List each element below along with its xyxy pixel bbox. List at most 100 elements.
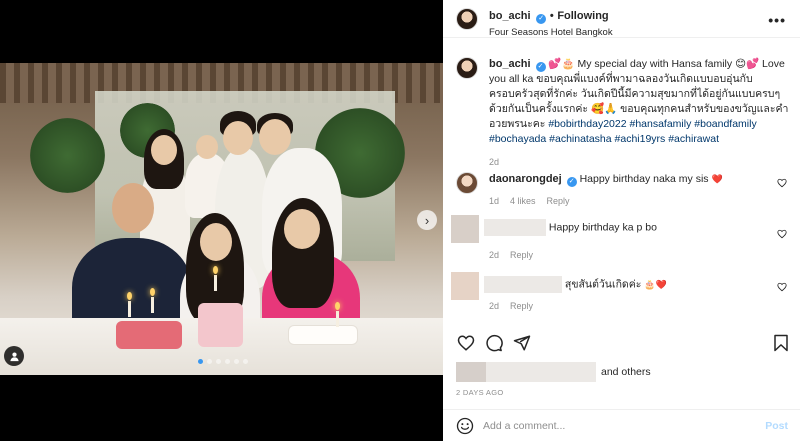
chevron-right-icon: › [424,212,430,228]
heart-icon [457,335,475,351]
comment-time: 1d [489,196,500,206]
caption-text: My special day with Hansa family [577,58,733,70]
person-head [259,119,291,155]
share-icon [513,335,531,351]
like-button[interactable] [456,333,476,353]
candle-flame [150,288,155,296]
avatar[interactable] [456,57,478,79]
liker-avatar-redacted [456,362,486,382]
birthday-cake [116,321,182,349]
comment-text: Happy birthday ka p bo [484,219,764,236]
person-head [284,209,320,249]
verified-icon: ✓ [536,14,547,24]
comment-username-redacted [484,276,562,293]
birthday-cake [288,325,358,345]
post-header-text: bo_achi ✓ • Following Four Seasons Hotel… [489,7,613,38]
instagram-post-modal: › bo_achi ✓ • Following Four Seasons Hot… [0,0,800,441]
candle-flame [335,302,340,310]
caption-emoji: 😊💕 [735,58,760,70]
candle [214,275,217,291]
likes-summary[interactable]: and others [456,362,651,382]
verified-icon: ✓ [535,62,546,72]
candle-flame [213,266,218,274]
emoji-icon[interactable] [456,417,474,435]
avatar[interactable] [456,8,478,30]
more-icon[interactable]: ••• [768,12,786,28]
carousel-dot [234,359,239,364]
comment-text: สุขสันต์วันเกิดค่ะ 🎂❤️ [484,276,764,293]
post-side-panel: bo_achi ✓ • Following Four Seasons Hotel… [443,0,800,441]
comment-likes[interactable]: 4 likes [510,196,536,206]
following-button[interactable]: Following [557,10,608,22]
carousel-dot [207,359,212,364]
username-link[interactable]: bo_achi [489,10,531,22]
comment-body: Happy birthday ka p bo [548,221,657,234]
user-tag-button[interactable] [4,346,24,366]
carousel-next-button[interactable]: › [417,210,437,230]
comment-meta: 2d Reply [489,250,533,260]
comment: สุขสันต์วันเกิดค่ะ 🎂❤️ 2d Reply [451,272,791,317]
comment-username-redacted [484,219,546,236]
likes-others: and others [601,366,651,378]
candle [128,301,131,317]
person-head [196,135,218,159]
comment-username[interactable]: daonarongdej [489,173,562,185]
avatar[interactable] [451,272,479,300]
reply-button[interactable]: Reply [547,196,570,206]
comment-meta: 2d Reply [489,301,533,311]
post-date: 2 DAYS AGO [456,388,504,397]
caption-body: bo_achi ✓ 💕🎂 My special day with Hansa f… [489,57,789,170]
post-header: bo_achi ✓ • Following Four Seasons Hotel… [443,0,800,38]
reply-button[interactable]: Reply [510,250,533,260]
user-tag-icon [9,352,19,361]
verified-icon: ✓ [566,177,577,187]
person-head [151,135,177,165]
comment-icon [486,334,503,352]
heart-icon[interactable] [777,178,787,188]
location-link[interactable]: Four Seasons Hotel Bangkok [489,27,613,38]
comment: daonarongdej ✓ Happy birthday naka my si… [456,172,791,212]
carousel-dot [225,359,230,364]
liker-names-redacted [486,362,596,382]
caption-timestamp: 2d [489,157,500,167]
person-head [200,223,232,261]
comment-time: 2d [489,250,500,260]
caption-emoji: 🥰🙏 [590,103,618,115]
save-button[interactable] [771,333,791,353]
post-media: › [0,0,443,441]
caption-username[interactable]: bo_achi [489,58,531,70]
comment-emoji: 🎂❤️ [644,279,667,290]
person-head [223,121,253,155]
comment-body: Happy birthday naka my sis [579,173,709,185]
comment-meta: 1d 4 likes Reply [489,196,570,206]
carousel-dot [198,359,203,364]
reply-button[interactable]: Reply [510,301,533,311]
comment-body: สุขสันต์วันเกิดค่ะ [564,278,642,291]
post-photo[interactable] [0,63,443,375]
candle [336,311,339,327]
post-comment-button[interactable]: Post [765,420,788,432]
comment: Happy birthday ka p bo 2d Reply [451,215,791,260]
separator: • [549,10,554,22]
comment-time: 2d [489,301,500,311]
candle [151,297,154,313]
carousel-indicator [198,359,248,364]
comment-emoji: ❤️ [711,174,723,184]
comment-composer: Add a comment... Post [443,409,800,441]
plant [30,118,105,193]
action-bar [456,333,791,353]
heart-icon[interactable] [777,229,787,239]
birthday-cake [198,303,243,347]
person-head [112,183,154,233]
comment-input[interactable]: Add a comment... [483,420,565,432]
heart-icon[interactable] [777,282,787,292]
comment-button[interactable] [484,333,504,353]
carousel-dot [216,359,221,364]
candle-flame [127,292,132,300]
save-icon [774,334,788,352]
carousel-dot [243,359,248,364]
avatar[interactable] [456,172,478,194]
avatar[interactable] [451,215,479,243]
comment-text: daonarongdej ✓ Happy birthday naka my si… [489,172,769,187]
share-button[interactable] [512,333,532,353]
